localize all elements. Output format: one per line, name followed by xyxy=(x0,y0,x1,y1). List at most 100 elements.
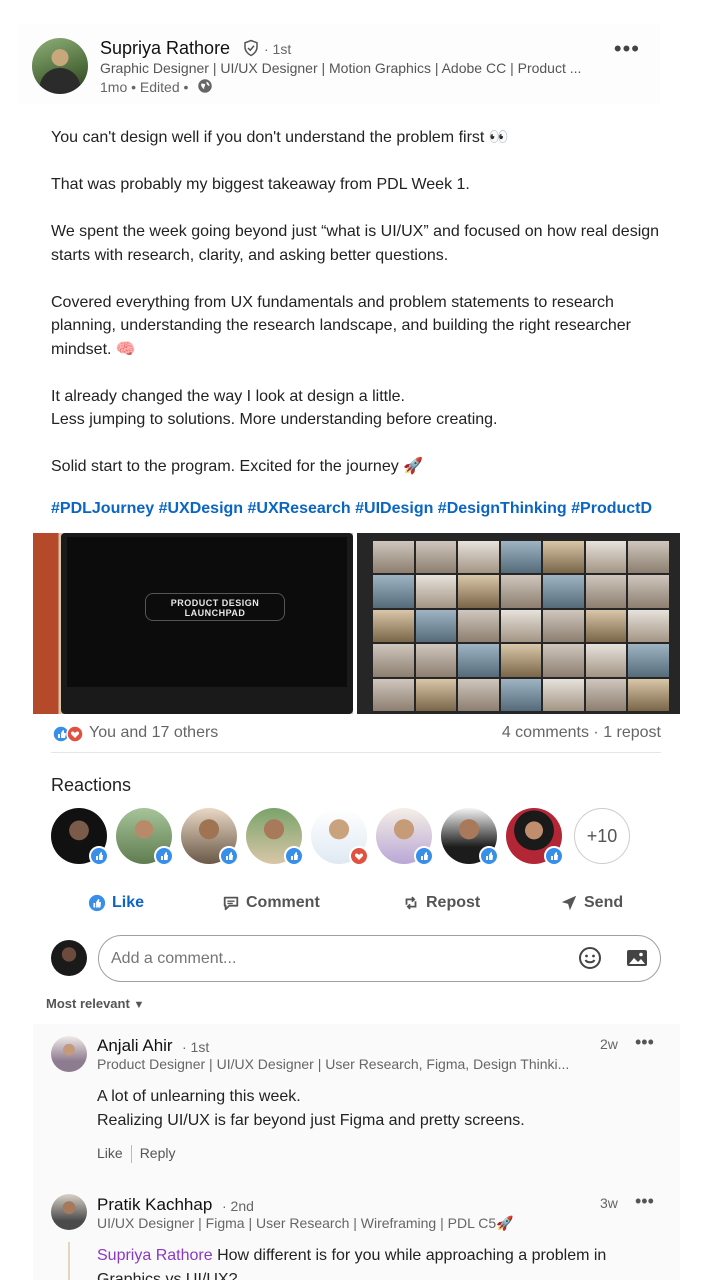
participant-tile xyxy=(500,609,542,643)
like-badge-icon xyxy=(544,846,564,866)
comment-text: A lot of unlearning this week. Realizing… xyxy=(97,1085,657,1132)
sort-label: Most relevant xyxy=(46,996,130,1011)
like-icon xyxy=(88,894,106,912)
post-paragraph: That was probably my biggest takeaway fr… xyxy=(51,176,470,193)
like-badge-icon xyxy=(414,846,434,866)
like-label: Like xyxy=(112,894,145,911)
post-meta: 1mo • Edited • xyxy=(100,79,189,95)
comment-actions: Like Reply xyxy=(97,1145,176,1164)
reaction-count[interactable]: You and 17 others xyxy=(89,724,218,742)
send-button[interactable]: Send xyxy=(560,892,623,914)
participant-tile xyxy=(373,644,414,677)
send-icon xyxy=(561,895,577,911)
participant-tile xyxy=(628,609,669,643)
post-body: You can't design well if you don't under… xyxy=(51,126,671,502)
commenter-name[interactable]: Anjali Ahir xyxy=(97,1036,173,1056)
video-call-photo[interactable] xyxy=(357,533,680,714)
participant-tile xyxy=(628,678,669,711)
participant-tile xyxy=(415,609,457,643)
participant-tile xyxy=(458,609,499,643)
like-badge-icon xyxy=(284,846,304,866)
comment-label: Comment xyxy=(246,894,320,911)
participant-tile xyxy=(415,541,457,574)
participant-tile xyxy=(585,575,627,608)
repost-label: Repost xyxy=(426,894,481,911)
mention-link[interactable]: Supriya Rathore xyxy=(97,1247,213,1264)
post-hashtags[interactable]: #PDLJourney #UXDesign #UXResearch #UIDes… xyxy=(51,500,663,518)
post-media[interactable]: PRODUCT DESIGN LAUNCHPAD xyxy=(33,533,680,714)
comment-input[interactable] xyxy=(98,935,661,982)
divider xyxy=(51,752,661,753)
comment-more-icon[interactable]: ••• xyxy=(635,1032,654,1053)
comment-line: A lot of unlearning this week. xyxy=(97,1088,301,1105)
repost-button[interactable]: Repost xyxy=(402,892,480,914)
like-badge-icon xyxy=(154,846,174,866)
author-headline: Graphic Designer | UI/UX Designer | Moti… xyxy=(100,60,582,76)
image-icon[interactable] xyxy=(625,946,649,970)
caret-down-icon: ▼ xyxy=(133,999,145,1011)
comment-time: 3w xyxy=(600,1195,618,1211)
author-degree: · 1st xyxy=(264,41,292,57)
globe-icon xyxy=(198,79,212,93)
logo-line-2: LAUNCHPAD xyxy=(184,608,246,618)
participant-tile xyxy=(415,575,457,608)
participant-tile xyxy=(500,644,542,677)
comments-repost-count[interactable]: 4 comments · 1 repost xyxy=(502,724,661,742)
comment-more-icon[interactable]: ••• xyxy=(635,1191,654,1212)
participant-tile xyxy=(373,678,414,711)
participant-tile xyxy=(458,541,499,574)
author-name[interactable]: Supriya Rathore xyxy=(100,38,230,59)
like-badge-icon xyxy=(89,846,109,866)
comment-avatar[interactable] xyxy=(51,1194,87,1230)
sort-dropdown[interactable]: Most relevant ▼ xyxy=(46,996,144,1011)
logo-line-1: PRODUCT DESIGN xyxy=(170,598,260,608)
participant-tile xyxy=(628,575,669,608)
comment-line: Realizing UI/UX is far beyond just Figma… xyxy=(97,1111,525,1129)
participant-tile xyxy=(628,541,669,574)
commenter-headline: Product Designer | UI/UX Designer | User… xyxy=(97,1056,570,1072)
more-reactors-button[interactable]: +10 xyxy=(574,808,630,864)
participant-tile xyxy=(415,644,457,677)
like-badge-icon xyxy=(219,846,239,866)
post-paragraph: It already changed the way I look at des… xyxy=(51,387,405,405)
like-badge-icon xyxy=(479,846,499,866)
action-separator xyxy=(130,1145,132,1164)
like-button[interactable]: Like xyxy=(88,892,144,914)
comment-line-rest: How different is for you while approachi… xyxy=(212,1247,607,1264)
send-label: Send xyxy=(584,894,624,911)
laptop-screen: PRODUCT DESIGN LAUNCHPAD xyxy=(67,537,347,687)
commenter-headline: UI/UX Designer | Figma | User Research |… xyxy=(97,1215,514,1231)
emoji-icon[interactable] xyxy=(578,946,602,970)
participant-tile xyxy=(585,678,627,711)
participant-tile xyxy=(543,609,584,643)
author-avatar[interactable] xyxy=(32,38,88,94)
participant-tile xyxy=(543,644,584,677)
comment-time: 2w xyxy=(600,1036,618,1052)
comment-avatar[interactable] xyxy=(51,1036,87,1072)
post-header: Supriya Rathore · 1st Graphic Designer |… xyxy=(18,24,660,104)
comment-reply-button[interactable]: Reply xyxy=(140,1145,176,1161)
post-paragraph: Less jumping to solutions. More understa… xyxy=(51,411,498,428)
laptop-photo[interactable]: PRODUCT DESIGN LAUNCHPAD xyxy=(33,533,353,714)
reaction-summary-icons[interactable] xyxy=(52,725,86,743)
comment-like-button[interactable]: Like xyxy=(97,1145,123,1161)
participant-tile xyxy=(543,541,584,574)
participant-tile xyxy=(628,644,669,677)
post-paragraph: We spent the week going beyond just “wha… xyxy=(51,223,660,264)
participant-tile xyxy=(373,541,414,574)
commenter-name[interactable]: Pratik Kachhap xyxy=(97,1195,212,1215)
my-avatar xyxy=(51,940,87,976)
verified-icon xyxy=(244,39,258,57)
comment-line: Supriya Rathore How different is for you… xyxy=(97,1244,667,1268)
participant-tile xyxy=(585,644,627,677)
commenter-degree: · 2nd xyxy=(222,1198,254,1214)
comment-button[interactable]: Comment xyxy=(222,892,320,914)
participant-tile xyxy=(500,575,542,608)
participant-tile xyxy=(373,575,414,608)
post-more-icon[interactable]: ••• xyxy=(614,36,640,62)
participant-tile xyxy=(543,575,584,608)
participant-tile xyxy=(543,678,584,711)
comment-line: Graphics vs UI/UX? xyxy=(97,1270,238,1280)
repost-icon xyxy=(405,896,417,910)
participant-grid xyxy=(373,541,669,711)
